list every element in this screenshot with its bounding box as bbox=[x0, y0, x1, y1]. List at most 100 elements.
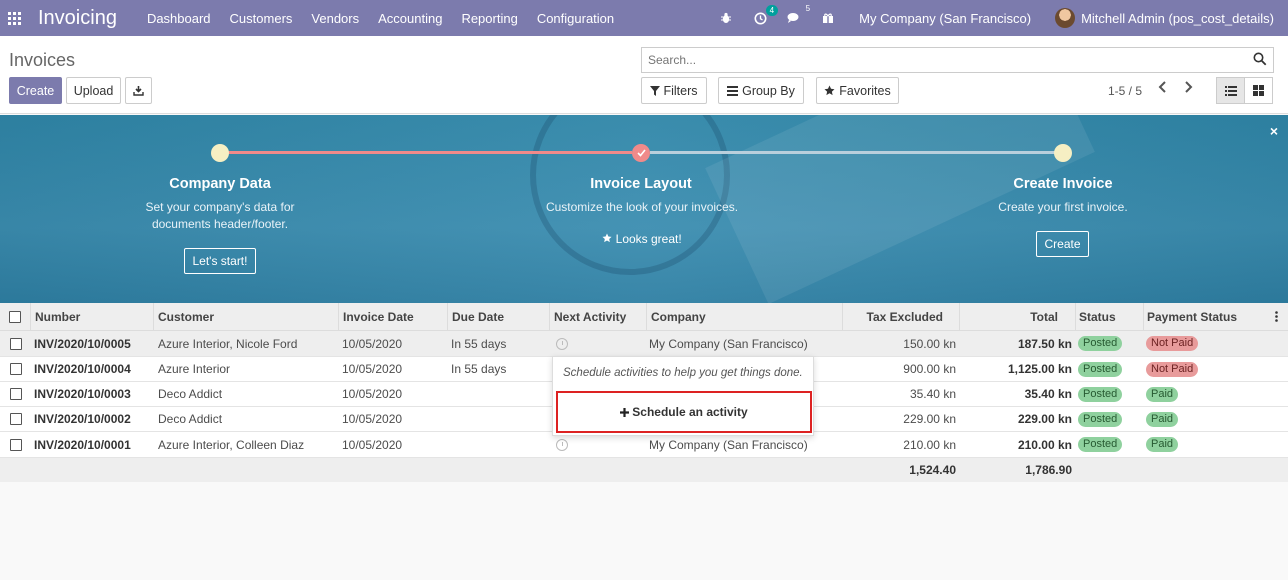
invoice-customer: Deco Addict bbox=[158, 412, 223, 426]
row-checkbox[interactable] bbox=[9, 413, 22, 425]
payment-status-badge: Not Paid bbox=[1146, 361, 1199, 377]
invoice-tax-excluded: 229.00 kn bbox=[903, 412, 956, 426]
user-menu[interactable]: Mitchell Admin (pos_cost_details) bbox=[1081, 11, 1274, 26]
activity-badge: 4 bbox=[765, 5, 779, 16]
row-checkbox-cell bbox=[0, 357, 31, 381]
activity-clock-icon[interactable]: 4 bbox=[751, 5, 779, 26]
search-input[interactable] bbox=[642, 48, 1242, 72]
menu-dashboard[interactable]: Dashboard bbox=[147, 11, 211, 26]
invoice-customer: Azure Interior bbox=[158, 362, 231, 376]
messages-icon[interactable]: 5 bbox=[785, 4, 810, 26]
search-icon[interactable] bbox=[1253, 52, 1267, 66]
status-badge: Posted bbox=[1078, 386, 1123, 402]
footer-total-sum: 1,786.90 bbox=[1025, 463, 1072, 477]
main-menu: Dashboard Customers Vendors Accounting R… bbox=[147, 11, 633, 26]
user-avatar[interactable] bbox=[1055, 8, 1076, 28]
column-invoice-date[interactable]: Invoice Date bbox=[339, 303, 448, 330]
pager-next-icon[interactable] bbox=[1183, 80, 1193, 98]
step-invoice-layout-desc: Customize the look of your invoices. bbox=[545, 200, 739, 214]
row-checkbox[interactable] bbox=[9, 388, 22, 400]
column-number[interactable]: Number bbox=[31, 303, 154, 330]
invoice-tax-excluded: 900.00 kn bbox=[903, 362, 956, 376]
menu-reporting[interactable]: Reporting bbox=[461, 11, 517, 26]
invoice-due-date: In 55 days bbox=[451, 336, 507, 351]
select-all-checkbox[interactable] bbox=[9, 310, 21, 323]
status-badge: Posted bbox=[1078, 361, 1123, 377]
row-checkbox[interactable] bbox=[9, 337, 22, 350]
create-button[interactable]: Create bbox=[9, 77, 62, 104]
step-invoice-layout-title: Invoice Layout bbox=[590, 176, 692, 192]
table-row[interactable]: INV/2020/10/0005 Azure Interior, Nicole … bbox=[0, 331, 1288, 357]
group-by-button[interactable]: Group By bbox=[718, 77, 804, 104]
status-cell: Posted bbox=[1078, 382, 1123, 406]
pager-value[interactable]: 1-5 / 5 bbox=[1108, 84, 1142, 98]
progress-line-done bbox=[228, 151, 632, 154]
column-payment-status[interactable]: Payment Status bbox=[1144, 303, 1269, 330]
looks-great-text: Looks great! bbox=[615, 232, 682, 246]
menu-customers[interactable]: Customers bbox=[230, 11, 293, 26]
invoice-tax-excluded: 210.00 kn bbox=[903, 437, 956, 452]
column-tax-excluded[interactable]: Tax Excluded bbox=[843, 303, 960, 330]
lets-start-button[interactable]: Let's start! bbox=[184, 248, 256, 274]
favorites-button[interactable]: Favorites bbox=[816, 77, 899, 104]
company-switcher[interactable]: My Company (San Francisco) bbox=[859, 11, 1031, 26]
looks-great-status: Looks great! bbox=[560, 232, 724, 246]
column-customer[interactable]: Customer bbox=[154, 303, 339, 330]
invoice-total: 1,125.00 kn bbox=[1007, 362, 1072, 376]
row-checkbox[interactable] bbox=[9, 363, 22, 375]
bug-icon[interactable] bbox=[717, 10, 735, 26]
menu-vendors[interactable]: Vendors bbox=[311, 11, 359, 26]
step-create-invoice-desc: Create your first invoice. bbox=[998, 200, 1128, 214]
list-icon bbox=[1224, 85, 1237, 96]
app-name[interactable]: Invoicing bbox=[38, 7, 117, 30]
invoice-number: INV/2020/10/0002 bbox=[34, 412, 131, 426]
upload-button[interactable]: Upload bbox=[66, 77, 121, 104]
activity-clock-icon[interactable] bbox=[556, 331, 568, 356]
column-company[interactable]: Company bbox=[647, 303, 843, 330]
step-company-data-dot bbox=[211, 144, 229, 162]
pager-previous-icon[interactable] bbox=[1158, 80, 1168, 98]
progress-line-pending bbox=[650, 151, 1055, 154]
status-badge: Posted bbox=[1078, 411, 1123, 427]
filters-label: Filters bbox=[663, 83, 698, 98]
invoice-customer: Azure Interior, Colleen Diaz bbox=[158, 437, 305, 452]
column-status[interactable]: Status bbox=[1076, 303, 1144, 330]
status-cell: Posted bbox=[1078, 357, 1123, 381]
optional-columns-icon[interactable] bbox=[1275, 303, 1288, 330]
column-next-activity[interactable]: Next Activity bbox=[550, 303, 647, 330]
plus-icon bbox=[620, 407, 630, 417]
onboarding-banner: Company Data Set your company's data for… bbox=[0, 115, 1288, 303]
invoice-customer: Deco Addict bbox=[158, 387, 223, 401]
invoice-date: 10/05/2020 bbox=[342, 387, 403, 401]
apps-menu-icon[interactable] bbox=[4, 8, 24, 28]
download-button[interactable] bbox=[125, 77, 152, 104]
invoice-tax-excluded: 150.00 kn bbox=[903, 336, 956, 351]
step-company-data-title: Company Data bbox=[169, 176, 271, 192]
filters-button[interactable]: Filters bbox=[641, 77, 707, 104]
menu-configuration[interactable]: Configuration bbox=[537, 11, 614, 26]
invoice-date: 10/05/2020 bbox=[342, 412, 403, 426]
create-invoice-button[interactable]: Create bbox=[1036, 231, 1089, 257]
status-cell: Posted bbox=[1078, 331, 1123, 356]
kanban-view-button[interactable] bbox=[1244, 77, 1273, 104]
favorites-label: Favorites bbox=[839, 83, 891, 98]
column-total[interactable]: Total bbox=[960, 303, 1076, 330]
invoice-customer: Azure Interior, Nicole Ford bbox=[158, 336, 298, 351]
invoice-date: 10/05/2020 bbox=[342, 362, 403, 376]
schedule-activity-button[interactable]: Schedule an activity bbox=[556, 391, 812, 433]
status-badge: Posted bbox=[1078, 437, 1123, 452]
status-badge: Posted bbox=[1078, 336, 1123, 351]
download-icon bbox=[133, 86, 144, 96]
popover-hint: Schedule activities to help you get thin… bbox=[563, 367, 803, 379]
invoice-total: 187.50 kn bbox=[1017, 336, 1072, 351]
close-icon[interactable]: × bbox=[1270, 123, 1278, 139]
row-checkbox[interactable] bbox=[9, 438, 22, 451]
gift-icon[interactable] bbox=[819, 10, 837, 26]
payment-status-badge: Paid bbox=[1146, 411, 1179, 427]
step-create-invoice-title: Create Invoice bbox=[1013, 176, 1113, 192]
select-all-cell bbox=[0, 303, 31, 330]
row-checkbox-cell bbox=[0, 407, 31, 431]
column-due-date[interactable]: Due Date bbox=[448, 303, 550, 330]
menu-accounting[interactable]: Accounting bbox=[378, 11, 442, 26]
list-view-button[interactable] bbox=[1216, 77, 1245, 104]
